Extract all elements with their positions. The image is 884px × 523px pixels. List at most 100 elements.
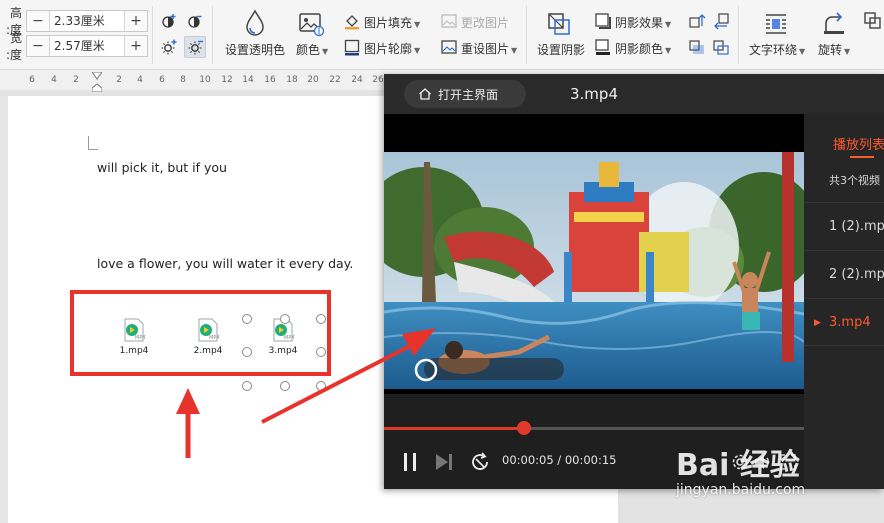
- reset-picture-label: 重设图片: [461, 42, 510, 56]
- ribbon-toolbar: 高度: − 2.33厘米 + 宽度: − 2.57厘米 + 设置透明色 颜色▼: [0, 0, 884, 70]
- ruler-number: 2: [73, 75, 79, 85]
- loop-mode-icon[interactable]: [468, 449, 492, 475]
- width-decrease-button[interactable]: −: [27, 36, 49, 56]
- separator: [212, 6, 213, 64]
- next-track-icon[interactable]: [432, 449, 456, 475]
- text-wrap-dropdown[interactable]: 文字环绕 ▼: [749, 41, 805, 58]
- brightness-decrease-icon[interactable]: [184, 36, 206, 58]
- indent-marker-icon[interactable]: [91, 71, 103, 93]
- rotate-label: 旋转: [818, 43, 843, 57]
- home-icon: [419, 88, 431, 100]
- width-input[interactable]: 2.57厘米: [49, 36, 125, 56]
- playlist-item[interactable]: 2 (2).mp4: [804, 250, 884, 298]
- group-icon[interactable]: [862, 10, 884, 32]
- playlist-tab[interactable]: 播放列表: [833, 134, 884, 153]
- shadow-up-icon[interactable]: [686, 10, 708, 32]
- width-row: 宽度: − 2.57厘米 +: [0, 31, 148, 62]
- progress-bar[interactable]: [384, 421, 804, 435]
- outline-label: 图片轮廓: [364, 42, 413, 56]
- change-picture-icon: [440, 12, 458, 30]
- picture-fill-dropdown[interactable]: 图片填充 ▼: [364, 14, 420, 31]
- video-player-window: 打开主界面 3.mp4 播放列表 共3个视频 1 (2).m 2 (2).m ▶…: [384, 74, 884, 489]
- text-wrap-label: 文字环绕: [749, 43, 798, 57]
- shadow-right-icon[interactable]: [710, 36, 732, 58]
- playlist-count: 共3个视频: [829, 174, 880, 187]
- resize-handle[interactable]: [280, 381, 290, 391]
- ruler-number: 14: [242, 75, 254, 85]
- height-increase-button[interactable]: +: [125, 11, 147, 31]
- playlist-tab-underline: [850, 156, 874, 158]
- shadow-color-icon: [594, 38, 612, 56]
- watermark-url: jingyan.baidu.com: [676, 482, 806, 498]
- separator: [738, 6, 739, 64]
- ruler-number: 16: [264, 75, 276, 85]
- shadow-down-icon[interactable]: [686, 36, 708, 58]
- pause-icon[interactable]: [398, 449, 422, 475]
- height-stepper[interactable]: − 2.33厘米 +: [26, 10, 148, 32]
- color-label: 颜色: [296, 43, 321, 57]
- width-label: 宽度:: [5, 31, 22, 62]
- shadow-effect-dropdown[interactable]: 阴影效果 ▼: [615, 14, 671, 31]
- set-shadow-icon[interactable]: [545, 10, 573, 38]
- color-dropdown[interactable]: 颜色 ▼: [296, 41, 328, 58]
- set-shadow-label[interactable]: 设置阴影: [537, 41, 585, 58]
- open-main-button[interactable]: 打开主界面: [404, 80, 526, 108]
- highlight-box: [70, 290, 331, 376]
- video-frame-image: [384, 152, 804, 389]
- chevron-down-icon: ▼: [322, 47, 329, 56]
- progress-knob[interactable]: [516, 421, 531, 435]
- paragraph-line[interactable]: will pick it, but if you: [97, 160, 227, 175]
- chevron-down-icon: ▼: [665, 20, 672, 29]
- ruler-number: 4: [51, 75, 57, 85]
- rotate-icon[interactable]: [820, 10, 848, 38]
- shadow-color-dropdown[interactable]: 阴影颜色 ▼: [615, 40, 671, 57]
- separator: [152, 6, 153, 64]
- set-transparent-label[interactable]: 设置透明色: [225, 41, 285, 58]
- playlist-item[interactable]: 1 (2).mp4: [804, 202, 884, 250]
- chevron-down-icon: ▼: [665, 46, 672, 55]
- fill-label: 图片填充: [364, 16, 413, 30]
- progress-fill: [384, 427, 524, 430]
- height-decrease-button[interactable]: −: [27, 11, 49, 31]
- brightness-increase-icon[interactable]: [158, 36, 180, 58]
- ruler-number: 12: [221, 75, 233, 85]
- text-wrap-icon[interactable]: [762, 10, 790, 38]
- chevron-down-icon: ▼: [414, 46, 421, 55]
- contrast-increase-icon[interactable]: [158, 10, 180, 32]
- playlist-item-label: 2 (2).mp4: [829, 267, 884, 282]
- playlist-item-label: 1 (2).mp4: [829, 219, 884, 234]
- open-main-label: 打开主界面: [438, 87, 499, 102]
- shadow-color-label: 阴影颜色: [615, 42, 664, 56]
- playlist-item-active[interactable]: ▶ 3.mp4: [804, 298, 884, 346]
- watermark-logo: Bai 经验: [676, 448, 800, 483]
- fill-bucket-icon: [343, 12, 361, 30]
- transparent-color-icon[interactable]: [240, 8, 270, 38]
- ruler-number: 20: [307, 75, 319, 85]
- width-increase-button[interactable]: +: [125, 36, 147, 56]
- video-viewport[interactable]: [384, 114, 804, 394]
- resize-handle[interactable]: [316, 381, 326, 391]
- picture-color-icon[interactable]: [297, 10, 325, 38]
- ruler-number: 6: [29, 75, 35, 85]
- video-title: 3.mp4: [570, 85, 618, 103]
- shadow-effect-label: 阴影效果: [615, 16, 664, 30]
- playlist-item-label: 3.mp4: [829, 315, 871, 330]
- rotate-dropdown[interactable]: 旋转 ▼: [818, 41, 850, 58]
- separator: [526, 6, 527, 64]
- reset-picture-dropdown[interactable]: 重设图片 ▼: [461, 40, 517, 57]
- change-picture-button[interactable]: 更改图片: [461, 14, 509, 31]
- contrast-decrease-icon[interactable]: [184, 10, 206, 32]
- video-frame[interactable]: [384, 152, 804, 389]
- width-stepper[interactable]: − 2.57厘米 +: [26, 35, 148, 57]
- height-input[interactable]: 2.33厘米: [49, 11, 125, 31]
- picture-outline-dropdown[interactable]: 图片轮廓 ▼: [364, 40, 420, 57]
- ruler-number: 10: [199, 75, 211, 85]
- resize-handle[interactable]: [242, 381, 252, 391]
- ruler-number: 24: [351, 75, 363, 85]
- paragraph-line[interactable]: love a flower, you will water it every d…: [97, 256, 353, 271]
- height-row: 高度: − 2.33厘米 +: [0, 6, 148, 37]
- shadow-left-icon[interactable]: [710, 10, 732, 32]
- margin-corner-mark: [88, 136, 98, 150]
- ruler-number: 6: [159, 75, 165, 85]
- playlist-panel: 播放列表 共3个视频 1 (2).mp4 2 (2).mp4 ▶ 3.mp4: [804, 114, 884, 489]
